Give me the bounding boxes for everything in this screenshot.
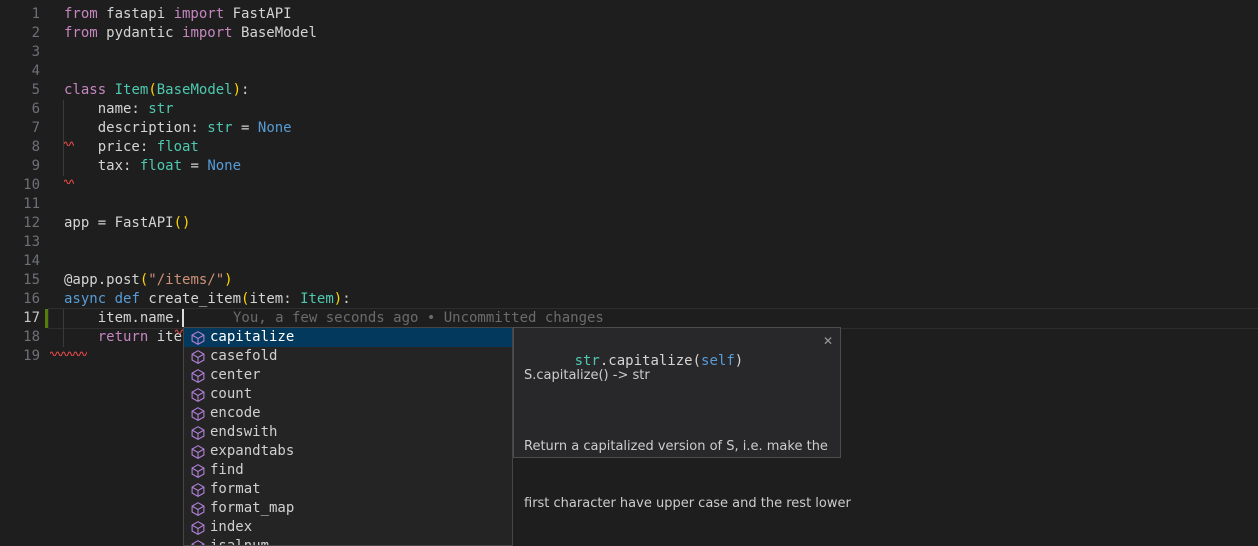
suggest-item-label: count <box>210 385 252 404</box>
line-number: 9 <box>0 157 40 176</box>
code-line[interactable]: 11 <box>0 195 1258 214</box>
line-number: 13 <box>0 233 40 252</box>
suggest-widget[interactable]: capitalizecasefoldcentercountencodeendsw… <box>183 327 513 546</box>
code-text: from fastapi import FastAPI <box>64 5 292 24</box>
code-editor[interactable]: 1 from fastapi import FastAPI 2 from pydant… <box>0 0 1258 546</box>
code-line[interactable]: 5 class Item(BaseModel): <box>0 81 1258 100</box>
line-number: 5 <box>0 81 40 100</box>
code-text: @app.post("/items/") <box>64 271 233 290</box>
code-text: app = FastAPI() <box>64 214 190 233</box>
suggest-item-label: format <box>210 480 261 499</box>
symbol-method-icon <box>190 387 206 403</box>
docs-summary: S.capitalize() -> str <box>524 366 650 385</box>
code-line[interactable]: 15 @app.post("/items/") <box>0 271 1258 290</box>
line-number: 11 <box>0 195 40 214</box>
symbol-method-icon <box>190 520 206 536</box>
error-squiggle <box>64 171 74 190</box>
symbol-method-icon <box>190 482 206 498</box>
code-line[interactable]: 14 <box>0 252 1258 271</box>
line-number: 12 <box>0 214 40 233</box>
symbol-method-icon <box>190 501 206 517</box>
line-number: 19 <box>0 347 40 366</box>
code-line[interactable]: 12 app = FastAPI() <box>0 214 1258 233</box>
code-text: async def create_item(item: Item): <box>64 290 351 309</box>
suggest-item[interactable]: format_map <box>184 499 512 518</box>
suggest-item[interactable]: count <box>184 385 512 404</box>
symbol-method-icon <box>190 368 206 384</box>
text-cursor <box>182 309 184 327</box>
code-text: tax: float = None <box>64 157 241 176</box>
code-line[interactable]: 2 from pydantic import BaseModel <box>0 24 1258 43</box>
suggest-item[interactable]: center <box>184 366 512 385</box>
suggest-item-label: expandtabs <box>210 442 294 461</box>
suggest-item[interactable]: encode <box>184 404 512 423</box>
line-number: 6 <box>0 100 40 119</box>
code-text: item.name. <box>64 309 182 328</box>
suggest-item-label: index <box>210 518 252 537</box>
symbol-method-icon <box>190 330 206 346</box>
suggest-item-label: center <box>210 366 261 385</box>
suggest-item[interactable]: format <box>184 480 512 499</box>
suggest-item-label: isalnum <box>210 537 269 546</box>
suggest-item[interactable]: index <box>184 518 512 537</box>
code-text: from pydantic import BaseModel <box>64 24 317 43</box>
code-line[interactable]: 3 <box>0 43 1258 62</box>
inline-blame: You, a few seconds ago • Uncommitted cha… <box>233 309 604 328</box>
code-line[interactable]: 1 from fastapi import FastAPI <box>0 5 1258 24</box>
docs-description: Return a capitalized version of S, i.e. … <box>524 399 851 546</box>
code-line[interactable]: 17 item.name. <box>0 309 1258 328</box>
code-line[interactable]: 8 price: float <box>0 138 1258 157</box>
line-number: 4 <box>0 62 40 81</box>
suggest-item[interactable]: expandtabs <box>184 442 512 461</box>
suggest-item[interactable]: capitalize <box>184 328 512 347</box>
error-squiggle <box>64 133 74 152</box>
code-line[interactable]: 16 async def create_item(item: Item): <box>0 290 1258 309</box>
docs-description-line: first character have upper case and the … <box>524 494 851 513</box>
code-line[interactable]: 13 <box>0 233 1258 252</box>
line-number: 7 <box>0 119 40 138</box>
line-number: 2 <box>0 24 40 43</box>
error-squiggle <box>50 343 87 362</box>
suggest-item[interactable]: isalnum <box>184 537 512 546</box>
line-number: 3 <box>0 43 40 62</box>
code-text: class Item(BaseModel): <box>64 81 249 100</box>
line-number: 17 <box>0 309 40 328</box>
suggest-item-label: find <box>210 461 244 480</box>
symbol-method-icon <box>190 349 206 365</box>
suggest-item[interactable]: find <box>184 461 512 480</box>
suggest-docs-panel: str.capitalize(self) ✕ S.capitalize() ->… <box>513 327 841 458</box>
suggest-item-label: casefold <box>210 347 277 366</box>
signature-part: self <box>701 353 735 369</box>
suggest-item[interactable]: endswith <box>184 423 512 442</box>
code-line[interactable]: 6 name: str <box>0 100 1258 119</box>
suggest-item-label: capitalize <box>210 328 294 347</box>
signature-part: ) <box>735 353 743 369</box>
suggest-item-label: format_map <box>210 499 294 518</box>
suggest-item-label: endswith <box>210 423 277 442</box>
symbol-method-icon <box>190 444 206 460</box>
code-line[interactable]: 10 <box>0 176 1258 195</box>
line-number: 18 <box>0 328 40 347</box>
code-text: name: str <box>64 100 174 119</box>
line-number: 16 <box>0 290 40 309</box>
symbol-method-icon <box>190 406 206 422</box>
code-line[interactable]: 9 tax: float = None <box>0 157 1258 176</box>
symbol-method-icon <box>190 425 206 441</box>
suggest-item[interactable]: casefold <box>184 347 512 366</box>
code-line[interactable]: 7 description: str = None <box>0 119 1258 138</box>
code-text: price: float <box>64 138 199 157</box>
suggest-item-label: encode <box>210 404 261 423</box>
code-line[interactable]: 4 <box>0 62 1258 81</box>
line-number: 1 <box>0 5 40 24</box>
line-number: 10 <box>0 176 40 195</box>
docs-description-line: Return a capitalized version of S, i.e. … <box>524 437 851 456</box>
symbol-method-icon <box>190 463 206 479</box>
line-number: 8 <box>0 138 40 157</box>
code-text: description: str = None <box>64 119 292 138</box>
close-icon[interactable]: ✕ <box>823 332 833 351</box>
line-number: 15 <box>0 271 40 290</box>
line-number: 14 <box>0 252 40 271</box>
symbol-method-icon <box>190 539 206 546</box>
